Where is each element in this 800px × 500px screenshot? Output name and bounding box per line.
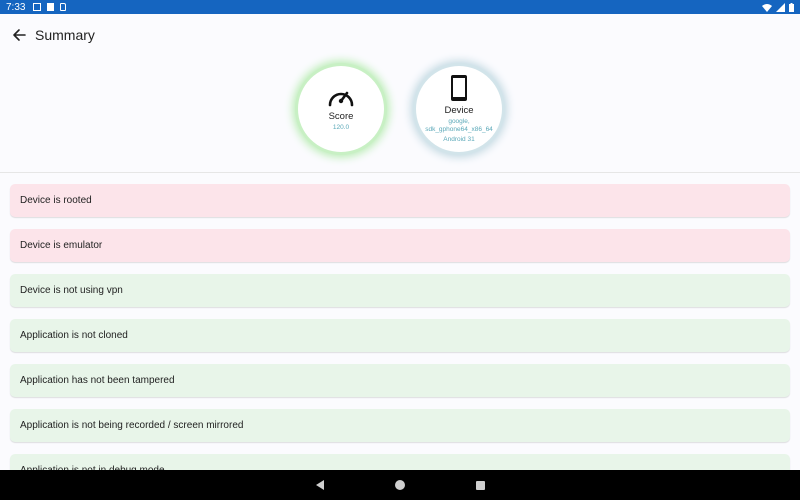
system-nav-bar	[0, 470, 800, 500]
check-item-vpn[interactable]: Device is not using vpn	[10, 274, 790, 307]
back-button[interactable]	[1, 17, 37, 53]
check-item-cloned[interactable]: Application is not cloned	[10, 319, 790, 352]
status-time: 7:33	[6, 1, 26, 13]
check-item-text: Application is not cloned	[20, 330, 128, 341]
signal-icon	[776, 2, 785, 12]
check-item-text: Application is not being recorded / scre…	[20, 420, 244, 431]
device-label: Device	[444, 105, 474, 116]
wifi-icon	[762, 3, 772, 12]
score-label: Score	[328, 111, 354, 122]
top-app-bar: Summary	[0, 14, 800, 56]
nav-recents-button[interactable]	[460, 470, 500, 500]
check-item-text: Device is rooted	[20, 195, 92, 206]
check-item-tampered[interactable]: Application has not been tampered	[10, 364, 790, 397]
check-item-rooted[interactable]: Device is rooted	[10, 184, 790, 217]
nav-home-button[interactable]	[380, 470, 420, 500]
device-card: Device google, sdk_gphone64_x86_64 Andro…	[416, 66, 502, 152]
device-os: Android 31	[443, 136, 475, 143]
page-title: Summary	[35, 27, 95, 43]
home-circle-icon	[395, 480, 405, 490]
doc-icon	[47, 3, 55, 11]
summary-header: Score 120.0 Device google, sdk_gphone64_…	[0, 56, 800, 173]
device-model: google, sdk_gphone64_x86_64	[425, 118, 493, 133]
notification-icon	[33, 3, 42, 11]
status-bar: 7:33	[0, 0, 800, 14]
nav-back-button[interactable]	[300, 470, 340, 500]
check-item-text: Application has not been tampered	[20, 375, 175, 386]
recents-square-icon	[475, 480, 485, 490]
check-item-text: Device is not using vpn	[20, 285, 123, 296]
phone-icon	[451, 75, 467, 101]
check-item-text: Device is emulator	[20, 240, 103, 251]
speedometer-icon	[328, 91, 354, 107]
check-item-recorded[interactable]: Application is not being recorded / scre…	[10, 409, 790, 442]
score-card: Score 120.0	[298, 66, 384, 152]
battery-icon	[789, 2, 794, 12]
arrow-back-icon	[13, 29, 26, 41]
triangle-back-icon	[316, 480, 324, 490]
score-value: 120.0	[332, 124, 350, 131]
sd-card-icon	[60, 3, 67, 11]
check-item-emulator[interactable]: Device is emulator	[10, 229, 790, 262]
